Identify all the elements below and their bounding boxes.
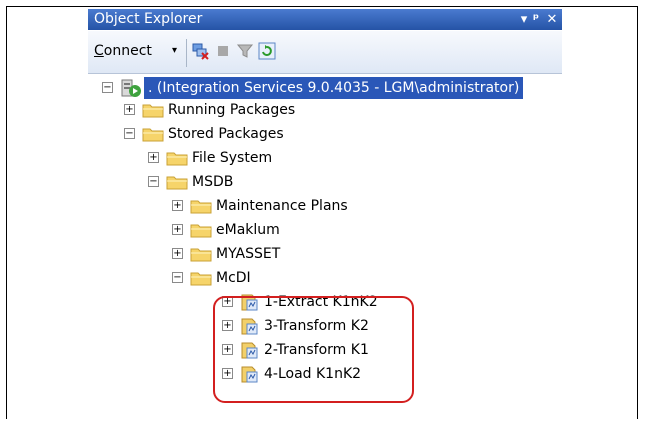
folder-icon xyxy=(190,248,212,262)
tree-label: McDI xyxy=(216,270,251,286)
toolbar-separator xyxy=(186,39,187,67)
collapse-toggle[interactable]: − xyxy=(148,176,159,187)
collapse-toggle[interactable]: − xyxy=(124,128,135,139)
integration-services-server-icon xyxy=(121,79,141,97)
folder-icon xyxy=(166,176,188,190)
connect-button[interactable]: Connect xyxy=(94,43,152,59)
autohide-pin-icon[interactable]: ᵖ xyxy=(528,9,544,30)
tree-label: MYASSET xyxy=(216,246,281,262)
folder-icon xyxy=(142,104,164,118)
refresh-icon[interactable] xyxy=(258,42,276,60)
collapse-toggle[interactable]: − xyxy=(102,82,113,93)
filter-icon[interactable] xyxy=(236,42,254,60)
highlight-annotation xyxy=(213,296,414,403)
connect-dropdown-icon[interactable]: ▾ xyxy=(172,45,177,56)
toolbar: Connect ▾ xyxy=(88,31,562,74)
close-icon[interactable]: ✕ xyxy=(544,9,560,30)
expand-toggle[interactable]: + xyxy=(172,248,183,259)
folder-icon xyxy=(190,200,212,214)
tree-label: File System xyxy=(192,150,273,166)
expand-toggle[interactable]: + xyxy=(172,200,183,211)
folder-icon xyxy=(142,128,164,142)
expand-toggle[interactable]: + xyxy=(172,224,183,235)
folder-icon xyxy=(190,272,212,286)
folder-icon xyxy=(190,224,212,238)
tree-label: Running Packages xyxy=(168,102,296,118)
stop-icon[interactable] xyxy=(214,42,232,60)
tree-label: eMaklum xyxy=(216,222,280,238)
collapse-toggle[interactable]: − xyxy=(172,272,183,283)
folder-icon xyxy=(166,152,188,166)
title-bar: Object Explorer ▾ ᵖ ✕ xyxy=(88,9,562,30)
tree-label: Stored Packages xyxy=(168,126,284,142)
tree-node-root[interactable]: − . (Integration Services 9.0.4035 - LGM… xyxy=(88,77,562,99)
expand-toggle[interactable]: + xyxy=(124,104,135,115)
tree-label: MSDB xyxy=(192,174,234,190)
panel-title: Object Explorer xyxy=(94,11,203,27)
disconnect-icon[interactable] xyxy=(192,42,210,60)
expand-toggle[interactable]: + xyxy=(148,152,159,163)
tree-label: Maintenance Plans xyxy=(216,198,348,214)
root-server-label[interactable]: . (Integration Services 9.0.4035 - LGM\a… xyxy=(144,77,524,99)
